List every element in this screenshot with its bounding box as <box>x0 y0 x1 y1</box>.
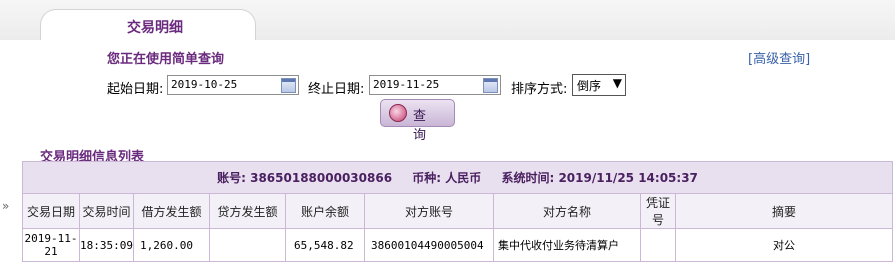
col-balance[interactable]: 账户余额 <box>284 193 365 229</box>
col-voucher[interactable]: 凭证号 <box>639 193 676 229</box>
currency-value: 人民币 <box>445 171 482 185</box>
end-date-label: 终止日期: <box>308 82 365 97</box>
start-date-value: 2019-10-25 <box>171 78 238 91</box>
end-date-input[interactable]: 2019-11-25 <box>369 75 501 95</box>
col-debit[interactable]: 借方发生额 <box>132 193 210 229</box>
globe-search-icon <box>389 104 407 122</box>
cell-voucher <box>639 228 676 262</box>
cell-time: 18:35:09 <box>79 228 134 262</box>
sort-select-value: 倒序 <box>577 79 602 93</box>
expand-sidebar-icon[interactable]: » <box>2 199 9 213</box>
col-trade-date[interactable]: 交易日期 <box>22 193 80 229</box>
query-mode-title: 您正在使用简单查询 <box>107 52 225 67</box>
cell-debit: 1,260.00 <box>132 228 210 262</box>
account-label: 账号: <box>217 171 246 185</box>
advanced-query-link[interactable]: [高级查询] <box>748 48 810 67</box>
col-counterparty-name[interactable]: 对方名称 <box>492 193 641 229</box>
query-button-label: 查 询 <box>413 109 433 143</box>
system-time-label: 系统时间: <box>501 171 555 185</box>
col-credit[interactable]: 贷方发生额 <box>208 193 286 229</box>
cell-summary: 对公 <box>674 228 894 262</box>
account-info-row: 账号: 38650188000030866 币种: 人民币 系统时间: 2019… <box>22 161 893 194</box>
col-summary[interactable]: 摘要 <box>674 193 894 229</box>
col-trade-time[interactable]: 交易时间 <box>79 193 134 229</box>
start-date-label: 起始日期: <box>107 82 164 97</box>
transaction-table: 账号: 38650188000030866 币种: 人民币 系统时间: 2019… <box>22 161 894 262</box>
sort-select[interactable]: 倒序 ▼ <box>572 74 626 96</box>
start-date-input[interactable]: 2019-10-25 <box>167 75 299 95</box>
system-time-value: 2019/11/25 14:05:37 <box>558 171 698 185</box>
chevron-down-icon: ▼ <box>612 76 622 90</box>
calendar-icon[interactable] <box>483 78 498 93</box>
cell-balance: 65,548.82 <box>284 228 365 262</box>
cell-credit <box>208 228 286 262</box>
query-button[interactable]: 查 询 <box>380 99 455 143</box>
cell-date: 2019-11-21 <box>22 228 80 262</box>
calendar-icon[interactable] <box>281 78 296 93</box>
end-date-value: 2019-11-25 <box>373 78 440 91</box>
account-value: 38650188000030866 <box>250 171 393 185</box>
account-info-cell: 账号: 38650188000030866 币种: 人民币 系统时间: 2019… <box>22 161 893 194</box>
sort-label: 排序方式: <box>511 82 568 97</box>
table-header-row: 交易日期 交易时间 借方发生额 贷方发生额 账户余额 对方账号 对方名称 凭证号… <box>22 193 894 229</box>
table-row[interactable]: 2019-11-21 18:35:09 1,260.00 65,548.82 3… <box>22 228 894 262</box>
tab-label: 交易明细 <box>127 20 183 36</box>
col-counterparty-account[interactable]: 对方账号 <box>363 193 494 229</box>
cell-counterparty-account: 38600104490005004 <box>363 228 494 262</box>
cell-counterparty-name: 集中代收付业务待清算户 <box>492 228 641 262</box>
currency-label: 币种: <box>412 171 442 185</box>
